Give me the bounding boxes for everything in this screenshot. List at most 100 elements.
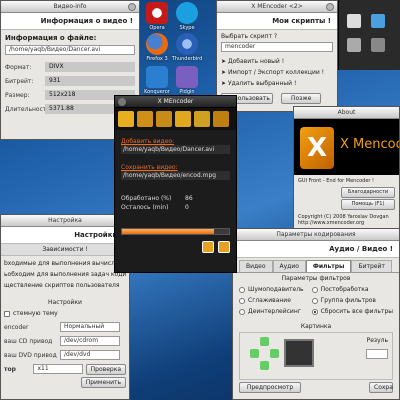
- filter-label: Группа фильтров: [320, 297, 376, 304]
- player-controls: [121, 241, 230, 255]
- opera-icon[interactable]: [146, 2, 168, 24]
- settings-titlebar[interactable]: Настройка: [1, 215, 129, 227]
- radio-icon[interactable]: [239, 308, 245, 315]
- scripts-titlebar[interactable]: X MEncoder <2>: [217, 1, 337, 13]
- filter-reset[interactable]: Сбросить все фильтры: [311, 306, 393, 317]
- wrench-icon[interactable]: [156, 111, 172, 127]
- settings-section-label: Настройки: [48, 299, 82, 306]
- widget-icon[interactable]: [347, 38, 361, 52]
- result-field[interactable]: [366, 349, 388, 359]
- theme-option[interactable]: стемную тему: [4, 308, 126, 319]
- help-button[interactable]: Помощь (F1): [341, 199, 395, 210]
- filter-smooth[interactable]: Сглаживание: [239, 295, 312, 306]
- save-button[interactable]: Сохра: [369, 382, 393, 393]
- thunderbird-icon[interactable]: [176, 33, 198, 55]
- firefox-icon[interactable]: [146, 33, 168, 55]
- tools-icon[interactable]: [137, 111, 153, 127]
- star-icon[interactable]: [118, 111, 134, 127]
- cd-select[interactable]: /dev/cdrom: [60, 336, 120, 346]
- filter-postprocess[interactable]: Постобработка: [311, 284, 393, 295]
- remaining-row: Осталось (min) 0: [121, 203, 230, 212]
- radio-icon[interactable]: [239, 286, 245, 293]
- later-button[interactable]: Позже: [281, 93, 322, 104]
- about-url[interactable]: http://www.xmencoder.org: [298, 220, 395, 226]
- processed-row: Обработано (%) 86: [121, 194, 230, 203]
- params-tabs: Видео Аудио Фильтры Битрейт: [233, 258, 399, 273]
- stop-icon[interactable]: [218, 241, 230, 253]
- output-path: /home/yaqb/Видео/encod.mpg: [121, 171, 230, 180]
- arrow-up-icon[interactable]: [260, 337, 269, 346]
- info-icon[interactable]: [194, 111, 210, 127]
- close-icon[interactable]: [118, 98, 126, 106]
- script-action-add[interactable]: ➤ Добавить новый !: [221, 56, 333, 67]
- video-info-header: Информация о видео !: [1, 13, 139, 30]
- main-titlebar[interactable]: X MEncoder: [115, 96, 236, 108]
- settings-header: Настройки !: [1, 227, 129, 244]
- filter-group[interactable]: Группа фильтров: [311, 295, 393, 306]
- arrow-right-icon[interactable]: [270, 349, 279, 358]
- dep-line: ьобходим для выполнения задач кодировани…: [4, 271, 126, 278]
- radio-icon[interactable]: [311, 297, 318, 304]
- filter-label: Шумоподавитель: [248, 286, 304, 293]
- dvd-select[interactable]: /dev/dvd: [60, 350, 120, 360]
- check-button[interactable]: Проверка: [85, 363, 126, 375]
- format-value: DIVX: [45, 62, 135, 72]
- save-video-label[interactable]: Сохранить видео:: [121, 164, 230, 171]
- thanks-button[interactable]: Благодарности: [341, 187, 395, 198]
- input-path: /home/yaqb/Видео/Dancer.avi: [121, 145, 230, 154]
- about-desc: GUI Front - End for Mencoder !: [298, 178, 375, 184]
- filter-deinterlace[interactable]: Деинтерлейсинг: [239, 306, 312, 317]
- dep-line: bходимые для выполнения вычислительных з…: [4, 260, 126, 267]
- pencil-icon[interactable]: [213, 111, 229, 127]
- script-action-delete[interactable]: ➤ Удалить выбранный !: [221, 78, 333, 89]
- bitrate-label: Битрейт:: [5, 77, 34, 85]
- tab-video[interactable]: Видео: [239, 260, 273, 272]
- format-label: Формат:: [5, 63, 32, 71]
- widget-icon[interactable]: [347, 14, 361, 28]
- script-action-label: Удалить выбранный !: [227, 80, 297, 87]
- radio-icon-selected[interactable]: [311, 308, 318, 315]
- filter-label: Деинтерлейсинг: [248, 308, 301, 315]
- apply-button[interactable]: Применить: [80, 377, 126, 388]
- size-label: Размер:: [5, 91, 30, 99]
- skype-icon[interactable]: [176, 2, 198, 24]
- filters-left: Шумоподавитель Сглаживание Деинтерлейсин…: [239, 284, 312, 317]
- preview-screen: [284, 339, 314, 367]
- close-icon[interactable]: [326, 3, 334, 11]
- logo-x-icon: X: [300, 127, 334, 169]
- video-info-titlebar[interactable]: Видео-info: [1, 1, 139, 13]
- window-title: X MEncoder <2>: [251, 3, 303, 10]
- dep-line: ществление скриптов пользователя: [4, 282, 120, 289]
- params-header: Аудио / Видео !: [233, 241, 399, 258]
- add-video-label[interactable]: Добавить видео:: [121, 138, 230, 145]
- preview-button[interactable]: Предпросмотр: [239, 382, 301, 393]
- close-icon[interactable]: [128, 3, 136, 11]
- arrow-left-icon[interactable]: [250, 349, 259, 358]
- script-action-import[interactable]: ➤ Импорт / Экспорт коллекции !: [221, 67, 333, 78]
- script-select[interactable]: mencoder: [221, 42, 333, 52]
- tab-filters[interactable]: Фильтры: [305, 260, 352, 272]
- tab-audio[interactable]: Аудио: [272, 260, 306, 272]
- filters-right: Постобработка Группа фильтров Сбросить в…: [311, 284, 393, 317]
- radio-icon[interactable]: [239, 297, 245, 304]
- check-icon[interactable]: [175, 111, 191, 127]
- about-titlebar[interactable]: About: [294, 107, 399, 119]
- radio-icon[interactable]: [311, 286, 318, 293]
- pidgin-icon[interactable]: [176, 66, 198, 88]
- tab-bitrate[interactable]: Битрейт: [351, 260, 392, 272]
- player-select[interactable]: x11: [33, 364, 83, 374]
- theme-checkbox[interactable]: [4, 310, 10, 317]
- encoder-select[interactable]: Нормальный: [60, 322, 120, 332]
- widget-icon[interactable]: [371, 38, 385, 52]
- filters-grid: Шумоподавитель Сглаживание Деинтерлейсин…: [233, 284, 399, 317]
- picture-label: Картинка: [300, 323, 332, 330]
- arrow-down-icon[interactable]: [260, 361, 269, 370]
- settings-form: стемную тему encoder Нормальный ваш CD пр…: [1, 308, 129, 388]
- play-icon[interactable]: [201, 241, 214, 253]
- dvd-label: ваш DVD привод: [4, 351, 57, 359]
- info-row-bitrate: Битрейт: 931: [5, 75, 135, 87]
- konqueror-icon[interactable]: [146, 66, 168, 88]
- filter-denoise[interactable]: Шумоподавитель: [239, 284, 312, 295]
- widget-icon[interactable]: [371, 14, 385, 28]
- params-titlebar[interactable]: Параметры кодирования: [233, 229, 399, 241]
